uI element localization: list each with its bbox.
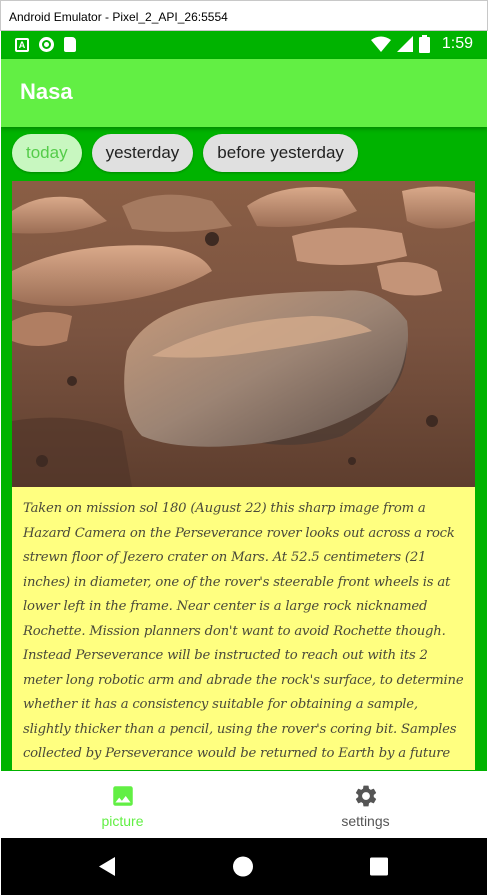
image-icon [113,786,133,806]
app-title: Nasa [20,79,73,104]
home-circle-icon [233,856,253,877]
nav-item-settings[interactable]: settings [244,771,487,838]
home-button[interactable] [213,838,273,895]
recents-square-icon [370,857,388,876]
sd-card-icon [64,37,76,52]
nav-label-picture: picture [101,813,144,829]
nav-item-picture[interactable]: picture [1,771,244,838]
back-button[interactable] [77,838,137,895]
signal-icon [396,36,413,52]
status-bar: A 1:59 [1,31,487,59]
a-notification-icon: A [15,37,29,52]
chip-yesterday[interactable]: yesterday [91,134,194,172]
system-navigation-bar [1,838,487,895]
bottom-navigation: picture settings [1,771,487,838]
circle-notification-icon [39,37,54,52]
emulator-window-title: Android Emulator - Pixel_2_API_26:5554 [0,0,488,31]
battery-icon [418,35,430,53]
app-bar: Nasa [1,59,487,127]
chip-today[interactable]: today [12,134,82,172]
wifi-icon [370,36,391,52]
recents-button[interactable] [349,838,409,895]
chip-before-yesterday[interactable]: before yesterday [203,134,358,172]
day-chip-group: today yesterday before yesterday [12,134,358,172]
gear-icon [355,785,377,807]
status-time: 1:59 [441,35,473,52]
mars-rock-image [12,181,475,487]
description-text: Taken on mission sol 180 (August 22) thi… [23,501,464,761]
back-triangle-icon [99,857,115,876]
nav-label-settings: settings [341,813,390,829]
device-screen: A 1:59 Nasa today yesterday before yeste… [1,31,487,895]
picture-description: Taken on mission sol 180 (August 22) thi… [12,487,475,770]
